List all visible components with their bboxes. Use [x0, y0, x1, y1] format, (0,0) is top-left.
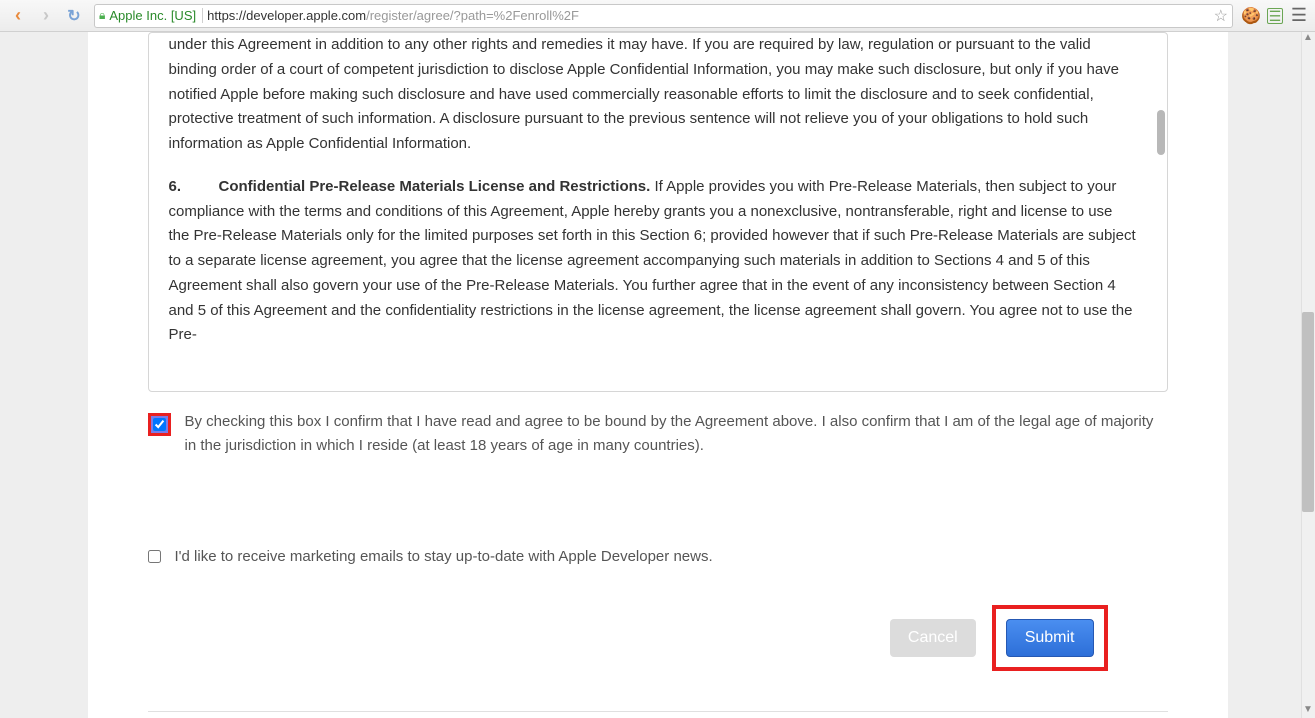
marketing-section: I'd like to receive marketing emails to … [88, 508, 1228, 718]
cancel-button[interactable]: Cancel [890, 619, 976, 657]
agreement-textarea[interactable]: under this Agreement in addition to any … [148, 32, 1168, 392]
agreement-scrollbar-thumb[interactable] [1157, 110, 1165, 155]
scroll-down-arrow-icon[interactable]: ▼ [1301, 704, 1315, 718]
agreement-content: under this Agreement in addition to any … [169, 33, 1147, 348]
extension-icon[interactable]: ☰ [1265, 6, 1285, 26]
agree-consent-row: By checking this box I confirm that I ha… [88, 392, 1228, 468]
hamburger-menu-icon[interactable]: ☰ [1289, 6, 1309, 26]
reload-button[interactable]: ↻ [62, 4, 86, 28]
agreement-scrollbar[interactable] [1157, 35, 1165, 389]
browser-toolbar: ‹ › ↻ 🔒︎ Apple Inc. [US] https://develop… [0, 0, 1315, 32]
button-row: Cancel Submit [148, 565, 1168, 691]
page-scrollbar-thumb[interactable] [1302, 312, 1314, 512]
agree-checkbox[interactable] [153, 418, 166, 431]
bookmark-star-icon[interactable]: ☆ [1214, 6, 1228, 26]
divider [148, 711, 1168, 712]
submit-button[interactable]: Submit [1006, 619, 1094, 657]
marketing-consent-row: I'd like to receive marketing emails to … [148, 548, 1168, 565]
content-wrapper: under this Agreement in addition to any … [88, 32, 1228, 718]
page-viewport: under this Agreement in addition to any … [0, 32, 1315, 718]
scroll-up-arrow-icon[interactable]: ▲ [1301, 32, 1315, 46]
agreement-paragraph: under this Agreement in addition to any … [169, 33, 1137, 157]
site-identity: Apple Inc. [US] [109, 8, 203, 23]
cookie-extension-icon[interactable]: 🍪 [1241, 6, 1261, 26]
page-scrollbar[interactable]: ▲ ▼ [1301, 32, 1315, 718]
back-button[interactable]: ‹ [6, 4, 30, 28]
highlight-box [148, 413, 171, 436]
highlight-box: Submit [992, 605, 1108, 671]
forward-button: › [34, 4, 58, 28]
agree-label[interactable]: By checking this box I confirm that I ha… [185, 410, 1168, 458]
lock-icon: 🔒︎ [99, 8, 105, 23]
address-bar[interactable]: 🔒︎ Apple Inc. [US] https://developer.app… [94, 4, 1233, 28]
url-text: https://developer.apple.com/register/agr… [207, 8, 579, 23]
agreement-section-6: 6.Confidential Pre-Release Materials Lic… [169, 175, 1137, 348]
marketing-checkbox[interactable] [148, 550, 161, 563]
marketing-label[interactable]: I'd like to receive marketing emails to … [175, 548, 713, 565]
